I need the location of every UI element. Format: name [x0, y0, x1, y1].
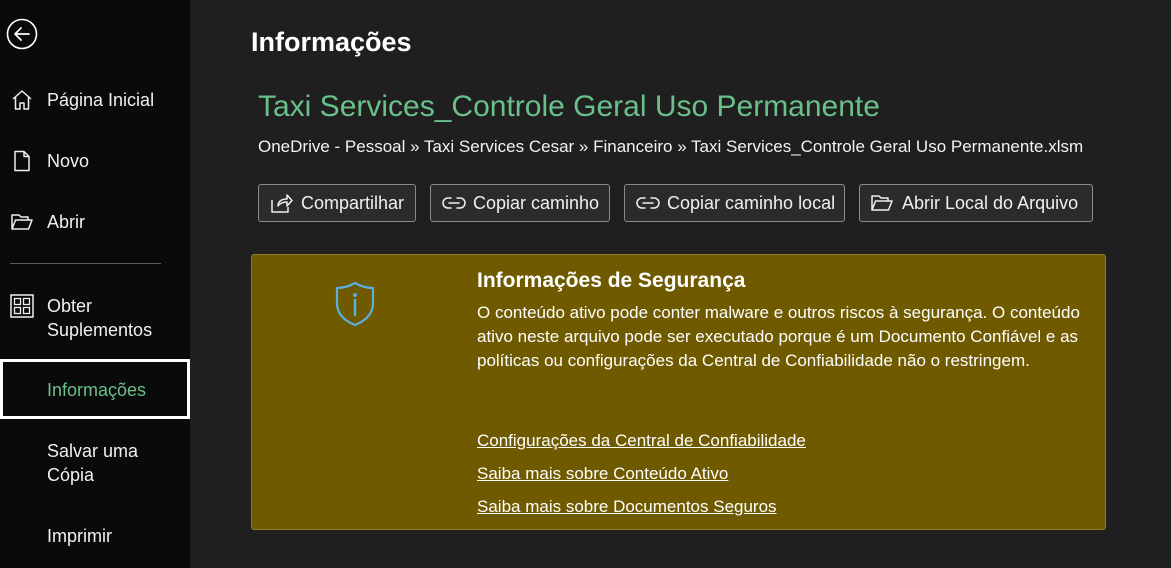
nav-home-label: Página Inicial: [47, 90, 155, 110]
learn-active-content-link[interactable]: Saiba mais sobre Conteúdo Ativo: [477, 464, 728, 484]
share-label: Compartilhar: [301, 192, 405, 213]
learn-trusted-documents-link[interactable]: Saiba mais sobre Documentos Seguros: [477, 497, 777, 517]
back-button[interactable]: [6, 18, 38, 50]
new-document-icon: [10, 149, 34, 173]
nav-save-copy[interactable]: Salvar uma Cópia: [0, 439, 190, 487]
nav-open[interactable]: Abrir: [0, 210, 190, 234]
breadcrumb: OneDrive - Pessoal » Taxi Services Cesar…: [258, 137, 1084, 156]
link-icon: [441, 191, 467, 215]
nav-get-addins-label: Obter Suplementos: [47, 296, 153, 340]
nav-save-copy-label: Salvar uma Cópia: [47, 441, 139, 485]
security-description: O conteúdo ativo pode conter malware e o…: [477, 303, 1080, 370]
nav-info[interactable]: Informações: [0, 359, 190, 419]
nav-info-label: Informações: [47, 380, 147, 400]
nav-get-addins[interactable]: Obter Suplementos: [0, 294, 190, 342]
open-file-location-label: Abrir Local do Arquivo: [902, 192, 1079, 213]
backstage-sidebar: Página Inicial Novo Abrir Obter Suplemen…: [0, 0, 190, 568]
nav-home[interactable]: Página Inicial: [0, 88, 190, 112]
share-button[interactable]: Compartilhar: [258, 184, 416, 222]
nav-new-label: Novo: [47, 151, 90, 171]
grid-addins-icon: [10, 294, 34, 318]
home-icon: [10, 88, 34, 112]
nav-print-label: Imprimir: [47, 526, 112, 546]
copy-path-button[interactable]: Copiar caminho: [430, 184, 610, 222]
folder-open-icon: [870, 191, 896, 215]
shield-info-icon: [335, 281, 375, 327]
folder-open-icon: [10, 210, 34, 234]
nav-open-label: Abrir: [47, 212, 86, 232]
security-info-card: Informações de Segurança O conteúdo ativ…: [251, 254, 1106, 530]
nav-new[interactable]: Novo: [0, 149, 190, 173]
link-icon: [635, 191, 661, 215]
page-title: Informações: [251, 27, 412, 57]
back-arrow-circle-icon: [6, 18, 38, 50]
info-panel: Informações Taxi Services_Controle Geral…: [190, 0, 1171, 568]
trust-center-settings-link[interactable]: Configurações da Central de Confiabilida…: [477, 431, 806, 451]
share-icon: [269, 191, 295, 215]
document-title: Taxi Services_Controle Geral Uso Permane…: [258, 90, 880, 123]
copy-local-path-button[interactable]: Copiar caminho local: [624, 184, 845, 222]
security-title: Informações de Segurança: [477, 269, 746, 292]
nav-print[interactable]: Imprimir: [0, 524, 190, 548]
open-file-location-button[interactable]: Abrir Local do Arquivo: [859, 184, 1093, 222]
copy-local-path-label: Copiar caminho local: [667, 192, 836, 213]
copy-path-label: Copiar caminho: [473, 192, 600, 213]
nav-divider: [10, 263, 161, 264]
